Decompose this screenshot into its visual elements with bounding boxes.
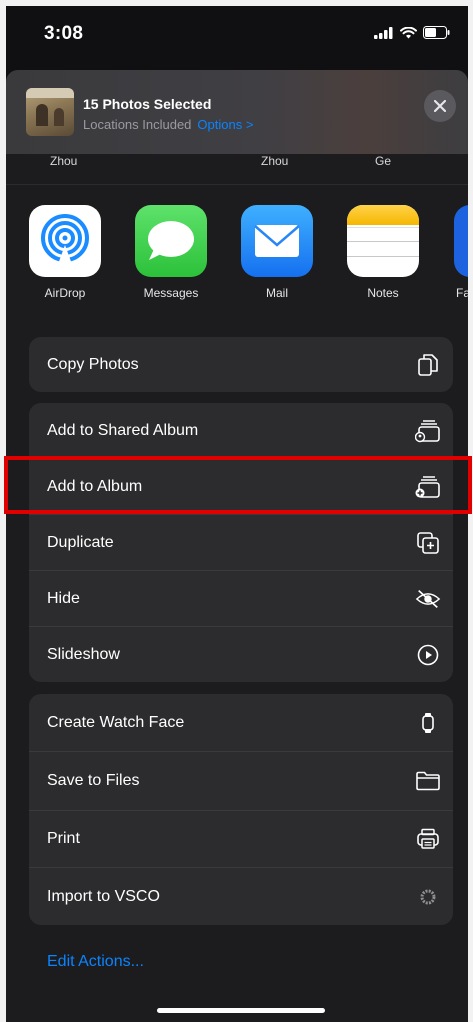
close-button[interactable] bbox=[424, 90, 456, 122]
add-album-icon bbox=[415, 474, 441, 500]
status-bar: 3:08 bbox=[6, 6, 468, 62]
action-import-to-vsco[interactable]: Import to VSCO bbox=[29, 868, 453, 925]
action-label: Add to Shared Album bbox=[47, 421, 199, 439]
edit-actions-link[interactable]: Edit Actions... bbox=[47, 953, 144, 971]
app-label: Fa bbox=[456, 286, 468, 300]
app-airdrop[interactable]: AirDrop bbox=[20, 205, 110, 300]
duplicate-icon bbox=[415, 530, 441, 556]
photo-thumbnail bbox=[26, 88, 74, 136]
action-hide[interactable]: Hide bbox=[29, 571, 453, 627]
app-facebook[interactable]: Fa bbox=[442, 205, 468, 300]
actions-group-other: Create Watch Face Save to Files Print Im… bbox=[29, 694, 453, 925]
app-label: Notes bbox=[367, 286, 399, 300]
phone-screen: 3:08 15 Photos Selected Locations Includ… bbox=[6, 6, 468, 1022]
wifi-icon bbox=[400, 26, 417, 38]
printer-icon bbox=[415, 826, 441, 852]
action-label: Import to VSCO bbox=[47, 887, 160, 905]
selection-title: 15 Photos Selected bbox=[83, 96, 212, 112]
action-add-to-shared-album[interactable]: Add to Shared Album bbox=[29, 403, 453, 459]
watch-icon bbox=[415, 710, 441, 736]
status-time: 3:08 bbox=[44, 23, 84, 44]
messages-icon bbox=[135, 205, 207, 277]
action-label: Duplicate bbox=[47, 533, 114, 551]
app-notes[interactable]: Notes bbox=[338, 205, 428, 300]
airdrop-icon bbox=[29, 205, 101, 277]
folder-icon bbox=[415, 768, 441, 794]
status-icons bbox=[374, 26, 450, 39]
action-label: Slideshow bbox=[47, 645, 120, 663]
battery-icon bbox=[423, 26, 450, 39]
play-icon bbox=[415, 642, 441, 668]
action-print[interactable]: Print bbox=[29, 811, 453, 868]
action-label: Print bbox=[47, 830, 80, 847]
app-label: Messages bbox=[143, 286, 199, 300]
action-save-to-files[interactable]: Save to Files bbox=[29, 752, 453, 811]
selection-subtitle: Locations Included Options > bbox=[83, 117, 253, 132]
app-row: AirDrop Messages Mail Notes Fa bbox=[6, 205, 468, 315]
signal-icon bbox=[374, 26, 393, 39]
hide-eye-icon bbox=[415, 586, 441, 612]
close-icon bbox=[434, 100, 446, 112]
people-suggestions: Zhou Zhou Ge bbox=[6, 154, 468, 185]
locations-included-label: Locations Included bbox=[83, 117, 192, 132]
options-link[interactable]: Options > bbox=[197, 117, 253, 132]
share-sheet: 15 Photos Selected Locations Included Opt… bbox=[6, 70, 468, 1022]
action-copy-photos[interactable]: Copy Photos bbox=[29, 337, 453, 392]
app-label: Mail bbox=[265, 286, 288, 300]
facebook-icon bbox=[454, 205, 468, 277]
app-label: AirDrop bbox=[44, 286, 86, 300]
share-header: 15 Photos Selected Locations Included Opt… bbox=[6, 70, 468, 154]
action-label: Hide bbox=[47, 589, 80, 607]
action-create-watch-face[interactable]: Create Watch Face bbox=[29, 694, 453, 752]
actions-group-album: Add to Shared Album Add to Album Duplica… bbox=[29, 403, 453, 682]
mail-icon bbox=[241, 205, 313, 277]
action-label: Add to Album bbox=[47, 477, 143, 495]
action-slideshow[interactable]: Slideshow bbox=[29, 627, 453, 682]
vsco-icon bbox=[415, 884, 441, 910]
copy-photos-icon bbox=[415, 352, 441, 378]
person-name[interactable]: Ge bbox=[375, 154, 391, 168]
app-mail[interactable]: Mail bbox=[232, 205, 322, 300]
app-messages[interactable]: Messages bbox=[126, 205, 216, 300]
action-label: Save to Files bbox=[47, 772, 140, 789]
notes-icon bbox=[347, 205, 419, 277]
actions-group-copy: Copy Photos bbox=[29, 337, 453, 392]
person-name[interactable]: Zhou bbox=[261, 154, 288, 168]
action-label: Copy Photos bbox=[47, 355, 139, 373]
home-indicator[interactable] bbox=[157, 1008, 325, 1013]
person-name[interactable]: Zhou bbox=[50, 154, 77, 168]
shared-album-icon bbox=[415, 418, 441, 444]
action-duplicate[interactable]: Duplicate bbox=[29, 515, 453, 571]
action-add-to-album[interactable]: Add to Album bbox=[29, 459, 453, 515]
action-label: Create Watch Face bbox=[47, 713, 185, 731]
